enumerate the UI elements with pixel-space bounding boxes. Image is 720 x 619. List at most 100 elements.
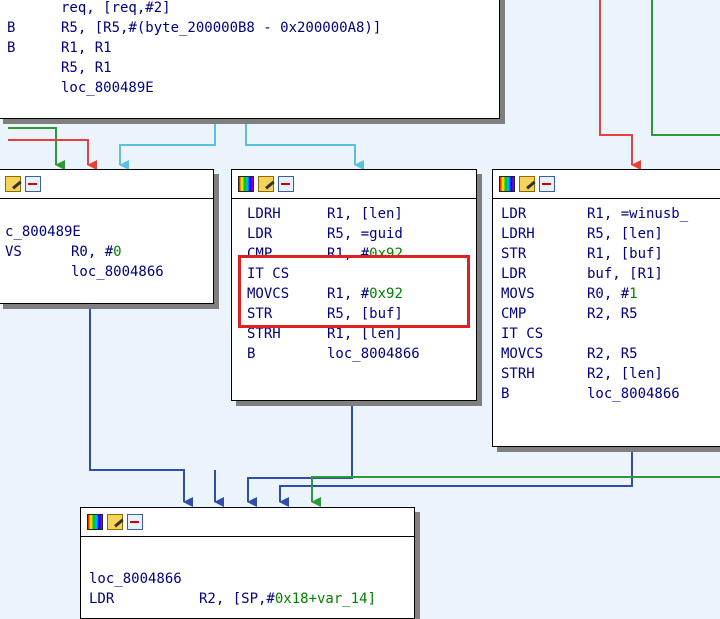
label: loc_8004866 — [89, 571, 182, 587]
operand: R0, # — [71, 244, 114, 260]
asm-line: MOVCS — [501, 345, 543, 364]
asm-line: IT CS — [501, 325, 543, 344]
asm-line: R2, R5 — [587, 305, 638, 324]
pencil-edit-icon[interactable] — [5, 176, 21, 192]
node-header — [81, 508, 414, 537]
palette-icon[interactable] — [87, 514, 103, 530]
mnemonic: VS — [5, 244, 22, 260]
mnemonic: MOVS — [501, 286, 535, 302]
mnemonic: STRH — [247, 326, 281, 342]
code-block-top[interactable]: req, [req,#2] B R5, [R5,#(byte_200000B8 … — [0, 0, 500, 119]
numeric-literal: 0x18+var_14] — [274, 591, 377, 607]
asm-line: B — [7, 39, 15, 58]
edge-green-left — [8, 127, 65, 170]
code-block-left[interactable]: c_800489E VS R0, #0 loc_8004866 — [0, 169, 214, 304]
numeric-literal: 0 — [113, 244, 122, 260]
mnemonic: B — [7, 20, 16, 36]
asm-line: R2, [SP,#0x18+var_14] — [199, 590, 376, 609]
asm-line: STRH — [501, 365, 535, 384]
asm-line: B — [501, 385, 509, 404]
edge-cyan-left — [119, 120, 216, 170]
edge-red-left — [8, 139, 97, 170]
asm-line: LDR — [89, 590, 114, 609]
operand: R5, R1 — [61, 60, 112, 76]
edge-red-right — [599, 0, 641, 170]
mnemonic: LDRH — [247, 206, 281, 222]
pencil-edit-icon[interactable] — [258, 176, 274, 192]
operand: R0, # — [587, 286, 630, 302]
asm-line: loc_8004866 — [327, 345, 420, 364]
edge-green-bottom — [311, 476, 720, 507]
asm-line: MOVS — [501, 285, 535, 304]
asm-line: loc_8004866 — [587, 385, 680, 404]
edge-cyan-mid — [245, 120, 364, 170]
numeric-literal: 1 — [629, 286, 638, 302]
asm-line: loc_8004866 — [71, 263, 164, 282]
mnemonic: STR — [501, 246, 527, 262]
mnemonic: LDRH — [501, 226, 535, 242]
pencil-edit-icon[interactable] — [107, 514, 123, 530]
operand: R2, [SP,# — [199, 591, 275, 607]
asm-line: R1, =winusb_ — [587, 205, 688, 224]
operand: R1, [len] — [327, 206, 403, 222]
mnemonic: LDR — [89, 591, 115, 607]
asm-line: R5, [len] — [587, 225, 663, 244]
edge-blue-1 — [89, 300, 193, 507]
operand: R1, =winusb_ — [587, 206, 689, 222]
asm-line: LDR — [247, 225, 272, 244]
operand: R5, [R5,#(byte_200000B8 - 0x200000A8)] — [61, 20, 382, 36]
operand: R2, [len] — [587, 366, 663, 382]
graph-view-icon[interactable] — [25, 176, 41, 192]
asm-line: R2, R5 — [587, 345, 638, 364]
operand: R1, R1 — [61, 40, 112, 56]
mnemonic: LDR — [247, 226, 273, 242]
operand: R5, =guid — [327, 226, 403, 242]
asm-line: B — [7, 19, 15, 38]
code-block-bottom[interactable]: loc_8004866 LDR R2, [SP,#0x18+var_14] — [80, 507, 415, 619]
asm-line: LDRH — [501, 225, 535, 244]
asm-line: c_800489E — [5, 223, 81, 242]
asm-line: buf, [R1] — [587, 265, 663, 284]
mnemonic: IT CS — [501, 326, 544, 342]
asm-line: STR — [501, 245, 526, 264]
asm-line: R0, #1 — [587, 285, 638, 304]
mnemonic: B — [501, 386, 510, 402]
operand: R2, R5 — [587, 306, 638, 322]
mnemonic: LDR — [501, 206, 527, 222]
mnemonic: MOVCS — [501, 346, 544, 362]
operand: R1, [buf] — [587, 246, 663, 262]
mnemonic: B — [7, 40, 16, 56]
code-block-right[interactable]: LDR R1, =winusb_ LDRH R5, [len] STR R1, … — [492, 169, 720, 447]
asm-line: R0, #0 — [71, 243, 122, 262]
code-block-middle[interactable]: LDRH R1, [len] LDR R5, =guid CMP R1, #0x… — [231, 169, 477, 401]
node-header — [0, 170, 213, 199]
operand: buf, [R1] — [587, 266, 663, 282]
asm-line: loc_800489E — [61, 79, 154, 98]
operand: loc_8004866 — [71, 264, 164, 280]
asm-line: LDR — [501, 265, 526, 284]
pencil-edit-icon[interactable] — [519, 176, 535, 192]
asm-line: CMP — [501, 305, 526, 324]
asm-line: R1, R1 — [61, 39, 112, 58]
mnemonic: STRH — [501, 366, 535, 382]
asm-line: LDR — [501, 205, 526, 224]
mnemonic: B — [247, 346, 256, 362]
asm-line: LDRH — [247, 205, 281, 224]
selection-highlight — [238, 255, 470, 328]
palette-icon[interactable] — [238, 176, 254, 192]
graph-view-icon[interactable] — [539, 176, 555, 192]
node-header — [493, 170, 720, 199]
mnemonic: CMP — [501, 306, 527, 322]
edge-green-right — [651, 0, 720, 136]
edge-blue-4 — [279, 445, 633, 507]
operand: R2, R5 — [587, 346, 638, 362]
operand: R5, [len] — [587, 226, 663, 242]
graph-view-icon[interactable] — [278, 176, 294, 192]
palette-icon[interactable] — [499, 176, 515, 192]
operand: loc_8004866 — [587, 386, 680, 402]
asm-line: R2, [len] — [587, 365, 663, 384]
asm-line: R1, [buf] — [587, 245, 663, 264]
asm-line: req, [req,#2] — [61, 0, 171, 18]
label: c_800489E — [5, 224, 81, 240]
graph-view-icon[interactable] — [127, 514, 143, 530]
